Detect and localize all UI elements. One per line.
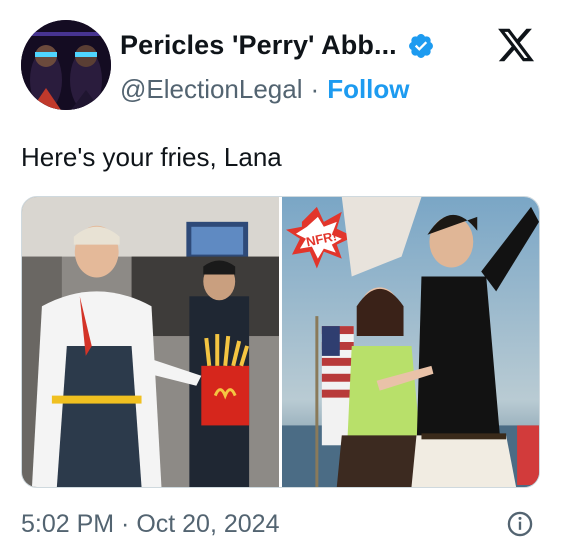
media-photo-right[interactable]: NFR! [282, 197, 539, 487]
author-handle[interactable]: @ElectionLegal [120, 74, 303, 105]
fries-photo-image [22, 197, 279, 487]
avatar-image [21, 20, 111, 110]
author-avatar[interactable] [21, 20, 111, 110]
x-logo-icon[interactable] [494, 25, 538, 65]
tweet-timestamp-row: 5:02 PM · Oct 20, 2024 [21, 510, 279, 539]
album-cover-photo-image: NFR! [282, 197, 539, 487]
media-photo-left[interactable] [22, 197, 279, 487]
tweet-embed-card: Pericles 'Perry' Abb... @ElectionLegal ·… [0, 0, 562, 560]
verified-badge-icon [408, 33, 433, 58]
tweet-timestamp-link[interactable]: 5:02 PM · Oct 20, 2024 [21, 510, 279, 538]
author-handle-row: @ElectionLegal · Follow [120, 74, 410, 105]
tweet-media-grid: NFR! [21, 196, 540, 488]
author-display-name[interactable]: Pericles 'Perry' Abb... [120, 30, 397, 61]
tweet-text: Here's your fries, Lana [21, 142, 282, 172]
author-name-row: Pericles 'Perry' Abb... [120, 30, 435, 61]
follow-button[interactable]: Follow [327, 74, 409, 105]
info-icon[interactable] [506, 510, 534, 538]
separator-dot: · [310, 74, 320, 104]
